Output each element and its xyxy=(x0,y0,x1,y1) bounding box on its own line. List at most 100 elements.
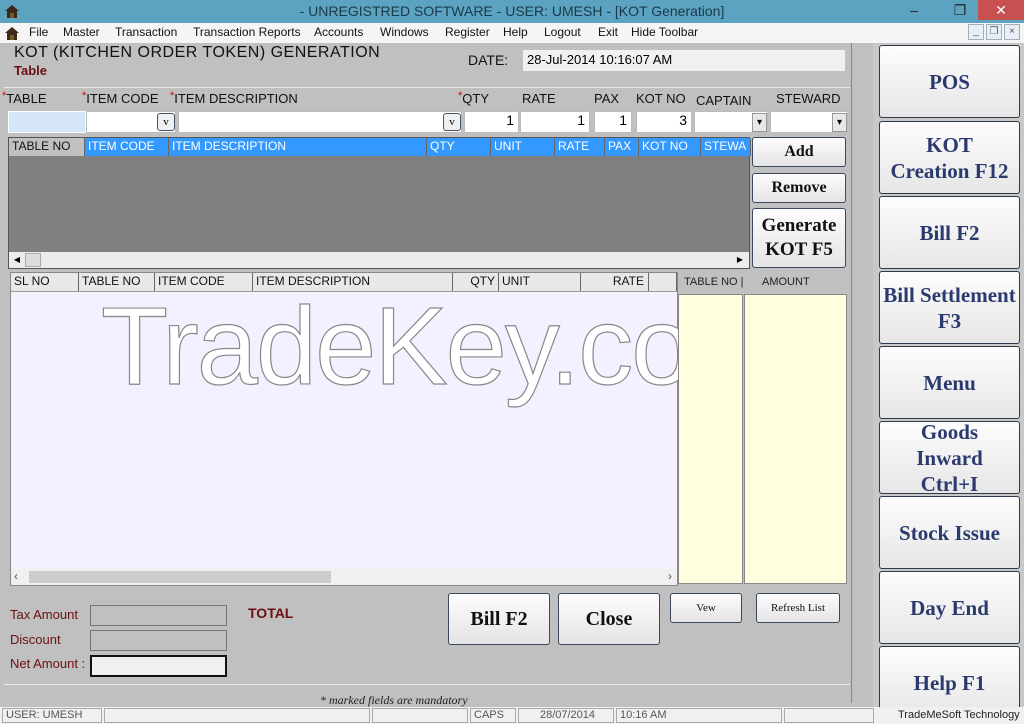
add-button[interactable]: Add xyxy=(752,137,846,167)
table-input[interactable] xyxy=(8,111,86,133)
detail-col-unit[interactable]: UNIT xyxy=(499,273,581,291)
sidebar-item-bill[interactable]: Bill F2 xyxy=(879,196,1020,269)
scroll-left-icon[interactable]: ◀ xyxy=(10,253,24,267)
minimize-button[interactable]: ‒ xyxy=(894,0,934,20)
menu-hide-toolbar[interactable]: Hide Toolbar xyxy=(631,25,698,39)
sidebar-item-goods-inward[interactable]: Goods Inward Ctrl+I xyxy=(879,421,1020,494)
sidebar-item-menu[interactable]: Menu xyxy=(879,346,1020,419)
mdi-minimize-button[interactable]: _ xyxy=(968,24,984,40)
detail-col-qty[interactable]: QTY xyxy=(453,273,499,291)
kot-col-item-code[interactable]: ITEM CODE xyxy=(85,138,169,156)
scroll-right-icon[interactable]: › xyxy=(668,569,672,583)
add-button-label: Add xyxy=(784,143,814,160)
generate-kot-button[interactable]: Generate KOT F5 xyxy=(752,208,846,268)
item-code-lookup-button[interactable]: v xyxy=(157,113,175,131)
view-button-label: Vew xyxy=(696,602,716,614)
date-label: DATE: xyxy=(468,52,509,68)
bill-button[interactable]: Bill F2 xyxy=(448,593,550,645)
menu-accounts[interactable]: Accounts xyxy=(314,25,363,39)
detail-col-sl-no[interactable]: SL NO xyxy=(11,273,79,291)
sidebar-item-stock-issue[interactable]: Stock Issue xyxy=(879,496,1020,569)
item-description-lookup-button[interactable]: v xyxy=(443,113,461,131)
discount-label: Discount xyxy=(10,632,61,647)
scroll-left-icon[interactable]: ‹ xyxy=(14,569,18,583)
net-amount-field xyxy=(90,655,227,677)
kot-grid-hscrollbar[interactable]: ◀ ▶ xyxy=(9,252,749,268)
scroll-thumb[interactable] xyxy=(29,571,331,583)
form-subheading: Table xyxy=(14,63,47,78)
kot-col-unit[interactable]: UNIT xyxy=(491,138,555,156)
kot-col-kot-no[interactable]: KOT NO xyxy=(639,138,701,156)
detail-col-item-code[interactable]: ITEM CODE xyxy=(155,273,253,291)
summary-col-amount[interactable]: AMOUNT xyxy=(762,276,810,288)
pax-input[interactable]: 1 xyxy=(594,111,632,133)
table-label: TABLE xyxy=(6,91,47,106)
sidebar-item-kot-creation[interactable]: KOT Creation F12 xyxy=(879,121,1020,194)
mdi-close-button[interactable]: × xyxy=(1004,24,1020,40)
detail-col-item-description[interactable]: ITEM DESCRIPTION xyxy=(253,273,453,291)
remove-button-label: Remove xyxy=(771,179,827,196)
kot-col-rate[interactable]: RATE xyxy=(555,138,605,156)
status-caps: CAPS xyxy=(470,708,516,723)
qty-label: QTY xyxy=(462,91,490,106)
scroll-right-icon[interactable]: ▶ xyxy=(733,253,747,267)
item-code-label: ITEM CODE xyxy=(86,91,159,106)
pax-label: PAX xyxy=(594,91,620,106)
menu-windows[interactable]: Windows xyxy=(380,25,429,39)
scroll-thumb[interactable] xyxy=(25,253,41,267)
kot-grid[interactable]: TABLE NO ITEM CODE ITEM DESCRIPTION QTY … xyxy=(8,137,751,269)
status-date: 28/07/2014 xyxy=(518,708,614,723)
kot-no-input[interactable]: 3 xyxy=(636,111,692,133)
sidebar-item-pos[interactable]: POS xyxy=(879,45,1020,118)
detail-col-extra[interactable] xyxy=(649,273,677,291)
summary-col-table-no[interactable]: TABLE NO | xyxy=(684,276,744,288)
kot-col-qty[interactable]: QTY xyxy=(427,138,491,156)
detail-grid-hscrollbar[interactable]: ‹ › xyxy=(11,569,677,585)
sidebar-item-day-end[interactable]: Day End xyxy=(879,571,1020,644)
item-description-input[interactable] xyxy=(178,111,462,133)
refresh-list-button-label: Refresh List xyxy=(770,602,826,614)
status-time: 10:16 AM xyxy=(616,708,782,723)
bill-button-label: Bill F2 xyxy=(470,608,528,630)
discount-field xyxy=(90,630,227,651)
app-house-icon xyxy=(5,27,19,40)
view-button[interactable]: Vew xyxy=(670,593,742,623)
kot-col-table-no[interactable]: TABLE NO xyxy=(9,138,85,156)
close-button-label: Close xyxy=(585,608,633,630)
detail-grid[interactable]: SL NO TABLE NO ITEM CODE ITEM DESCRIPTIO… xyxy=(10,272,783,586)
summary-amount-column xyxy=(744,294,847,584)
rate-input[interactable]: 1 xyxy=(520,111,590,133)
mandatory-fields-note: * marked fields are mandatory xyxy=(320,693,468,707)
form-heading: KOT (KITCHEN ORDER TOKEN) GENERATION xyxy=(14,44,381,61)
menu-master[interactable]: Master xyxy=(63,25,100,39)
restore-button[interactable]: ❐ xyxy=(940,0,980,20)
captain-label: CAPTAIN xyxy=(696,93,752,108)
remove-button[interactable]: Remove xyxy=(752,173,846,203)
detail-col-rate[interactable]: RATE xyxy=(581,273,649,291)
kot-col-steward[interactable]: STEWA xyxy=(701,138,751,156)
steward-dropdown-arrow-icon[interactable]: ▾ xyxy=(832,113,847,132)
menu-help[interactable]: Help xyxy=(503,25,528,39)
mdi-restore-button[interactable]: ❐ xyxy=(986,24,1002,40)
close-window-button[interactable]: ✕ xyxy=(978,0,1024,20)
title-bar: - UNREGISTRED SOFTWARE - USER: UMESH - [… xyxy=(0,0,1024,23)
menu-logout[interactable]: Logout xyxy=(544,25,581,39)
kot-generation-form: KOT (KITCHEN ORDER TOKEN) GENERATION Tab… xyxy=(2,43,852,707)
kot-col-item-description[interactable]: ITEM DESCRIPTION xyxy=(169,138,427,156)
menu-exit[interactable]: Exit xyxy=(598,25,618,39)
detail-col-table-no[interactable]: TABLE NO xyxy=(79,273,155,291)
menu-transaction-reports[interactable]: Transaction Reports xyxy=(193,25,301,39)
status-bar: USER: UMESH CAPS 28/07/2014 10:16 AM Tra… xyxy=(0,707,1024,724)
refresh-list-button[interactable]: Refresh List xyxy=(756,593,840,623)
close-button[interactable]: Close xyxy=(558,593,660,645)
summary-grid[interactable]: TABLE NO | AMOUNT xyxy=(678,272,848,584)
kot-no-label: KOT NO xyxy=(636,91,686,106)
captain-dropdown-arrow-icon[interactable]: ▾ xyxy=(752,113,767,132)
qty-input[interactable]: 1 xyxy=(464,111,519,133)
menu-file[interactable]: File xyxy=(29,25,48,39)
menu-register[interactable]: Register xyxy=(445,25,490,39)
status-user: USER: UMESH xyxy=(2,708,102,723)
sidebar-item-bill-settlement[interactable]: Bill Settlement F3 xyxy=(879,271,1020,344)
kot-col-pax[interactable]: PAX xyxy=(605,138,639,156)
menu-transaction[interactable]: Transaction xyxy=(115,25,177,39)
